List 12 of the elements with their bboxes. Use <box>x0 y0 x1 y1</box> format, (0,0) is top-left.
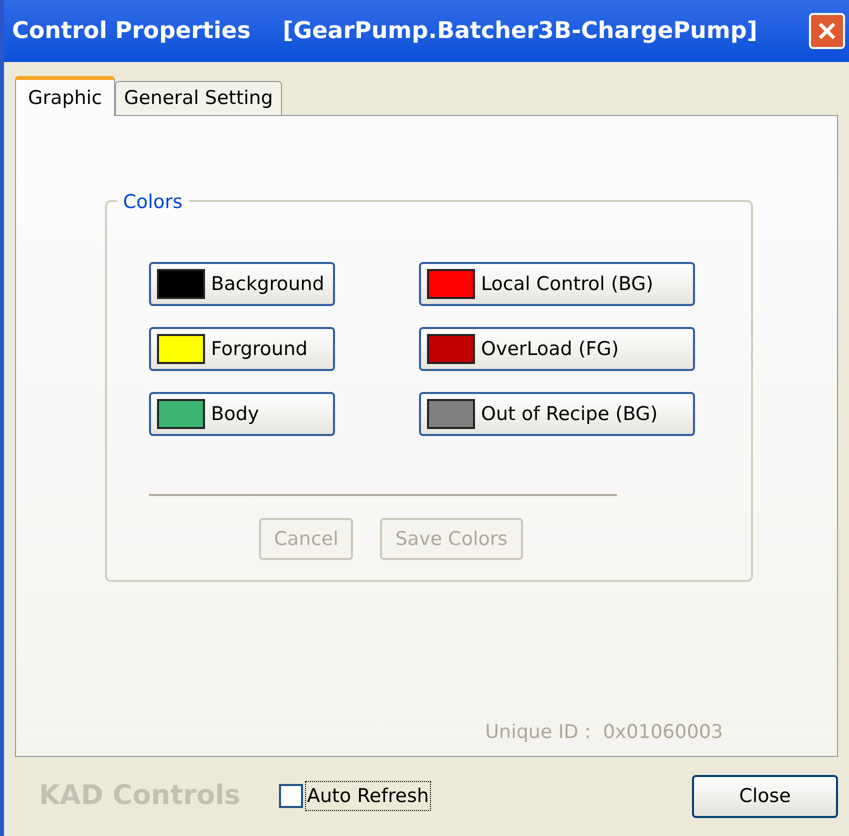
close-button[interactable]: Close <box>692 774 838 818</box>
color-button[interactable]: Body <box>149 392 335 436</box>
color-button[interactable]: Local Control (BG) <box>419 262 695 306</box>
tab[interactable]: Graphic <box>15 76 116 116</box>
color-button[interactable]: OverLoad (FG) <box>419 327 695 371</box>
color-button[interactable]: Background <box>149 262 335 306</box>
window-title: Control Properties [GearPump.Batcher3B-ChargePump] <box>12 16 758 46</box>
color-button[interactable]: Out of Recipe (BG) <box>419 392 695 436</box>
tab[interactable]: General Setting <box>115 81 282 115</box>
color-button[interactable]: Forground <box>149 327 335 371</box>
close-icon[interactable] <box>809 13 845 49</box>
unique-id-label: Unique ID : 0x01060003 <box>485 720 723 745</box>
